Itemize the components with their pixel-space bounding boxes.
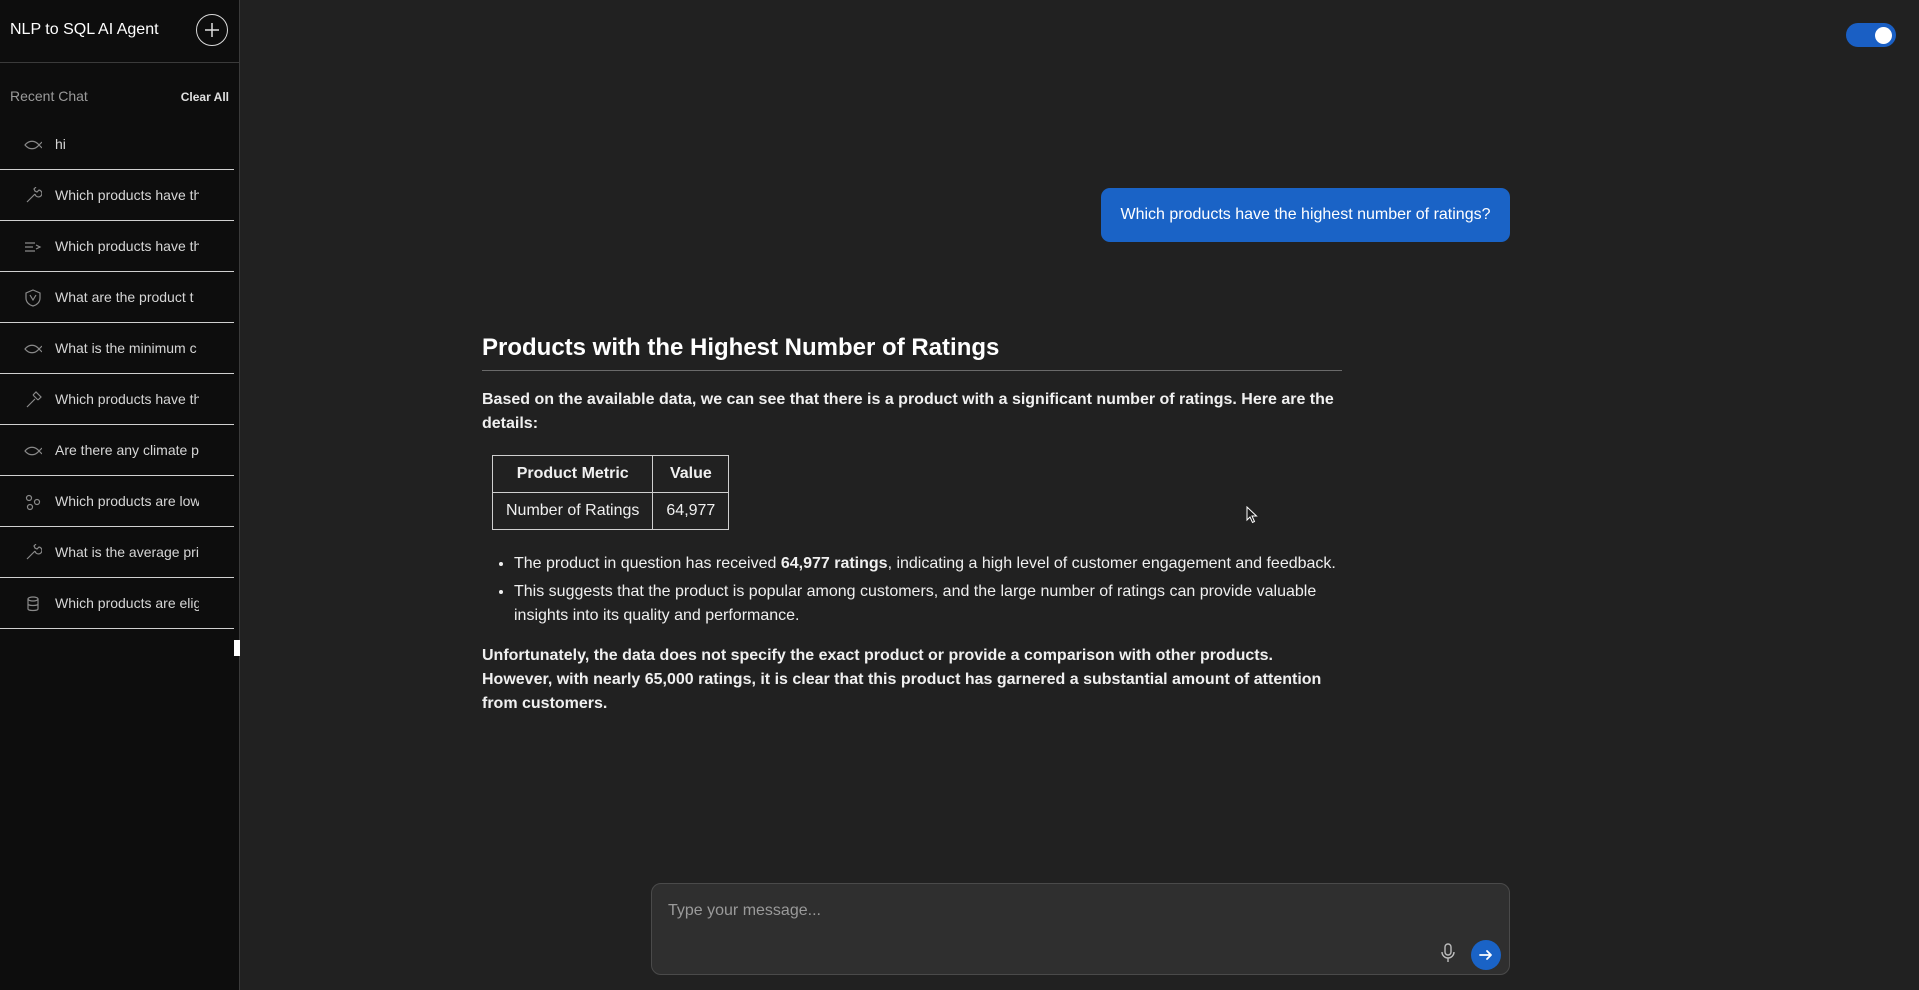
theme-toggle[interactable]: [1846, 23, 1896, 47]
chat-history-item[interactable]: What is the minimum c: [0, 323, 234, 374]
sidebar: NLP to SQL AI Agent Recent Chat Clear Al…: [0, 0, 240, 990]
send-button[interactable]: [1471, 940, 1501, 970]
sidebar-header: NLP to SQL AI Agent: [0, 0, 239, 63]
chat-history-item[interactable]: Which products are elig: [0, 578, 234, 629]
chat-history-label: What is the average pri: [55, 544, 199, 560]
fish-icon: [24, 140, 42, 150]
wrench-icon: [26, 544, 42, 560]
bullet-item: The product in question has received 64,…: [514, 552, 1342, 576]
chat-history-item[interactable]: What are the product t: [0, 272, 234, 323]
user-message-bubble: Which products have the highest number o…: [1101, 188, 1510, 242]
response-bullets: The product in question has received 64,…: [482, 552, 1342, 628]
list-arrow-icon: [25, 242, 42, 252]
toggle-knob: [1875, 27, 1892, 44]
chat-history-item[interactable]: Which products have th: [0, 170, 234, 221]
chat-history-label: Which products have th: [55, 187, 199, 203]
chat-history-label: Which products have th: [55, 238, 199, 254]
mouse-cursor-icon: [1246, 506, 1258, 524]
bullet-bold-text: 64,977 ratings: [780, 555, 888, 572]
wrench-icon: [26, 187, 42, 203]
clear-all-button[interactable]: Clear All: [181, 90, 229, 104]
table-cell: Number of Ratings: [491, 492, 654, 530]
microphone-icon: [1441, 943, 1455, 962]
fish-icon: [24, 344, 42, 354]
message-composer: [651, 883, 1510, 975]
table-row: Number of Ratings 64,977: [491, 492, 730, 530]
chat-history-item[interactable]: Are there any climate p: [0, 425, 234, 476]
chat-history-label: Which products are elig: [55, 595, 199, 611]
assistant-response: Products with the Highest Number of Rati…: [482, 334, 1342, 716]
chat-history-label: Which products have th: [55, 391, 199, 407]
new-chat-button[interactable]: [196, 14, 228, 46]
microphone-button[interactable]: [1438, 942, 1458, 964]
chat-history-item[interactable]: hi: [0, 119, 234, 170]
response-title: Products with the Highest Number of Rati…: [482, 334, 1342, 371]
bullet-item: This suggests that the product is popula…: [514, 580, 1342, 628]
app-title: NLP to SQL AI Agent: [10, 21, 159, 38]
shield-icon: [25, 289, 41, 307]
chat-history-item[interactable]: What is the average pri: [0, 527, 234, 578]
chat-history-item[interactable]: Which products are low: [0, 476, 234, 527]
chat-history-label: hi: [55, 136, 66, 152]
bullet-text: This suggests that the product is popula…: [514, 583, 1317, 624]
recent-chat-header: Recent Chat Clear All: [0, 86, 240, 108]
bullet-text: , indicating a high level of customer en…: [887, 555, 1336, 572]
response-intro: Based on the available data, we can see …: [482, 391, 1334, 432]
fish-icon: [24, 446, 42, 456]
molecule-icon: [25, 494, 41, 511]
table-cell: 64,977: [652, 492, 730, 530]
chat-history-list: hi Which products have th Which products h…: [0, 119, 234, 629]
message-input[interactable]: [666, 898, 1430, 924]
plus-icon: [205, 23, 219, 37]
table-header: Value: [652, 455, 730, 493]
hammer-icon: [26, 391, 42, 408]
table-header: Product Metric: [491, 455, 654, 493]
sidebar-scrollbar[interactable]: [234, 640, 240, 656]
chat-history-item[interactable]: Which products have th: [0, 374, 234, 425]
recent-chat-label: Recent Chat: [10, 88, 88, 104]
database-icon: [27, 596, 39, 612]
outro-bold-text: 65,000 ratings: [644, 671, 752, 688]
bullet-text: The product in question has received: [514, 555, 781, 572]
chat-history-label: Are there any climate p: [55, 442, 199, 458]
metric-table: Product Metric Value Number of Ratings 6…: [491, 455, 730, 530]
chat-history-label: What is the minimum c: [55, 340, 197, 356]
chat-history-item[interactable]: Which products have th: [0, 221, 234, 272]
chat-history-label: What are the product t: [55, 289, 194, 305]
response-outro: Unfortunately, the data does not specify…: [482, 644, 1342, 716]
chat-history-label: Which products are low: [55, 493, 199, 509]
arrow-right-icon: [1479, 950, 1492, 960]
